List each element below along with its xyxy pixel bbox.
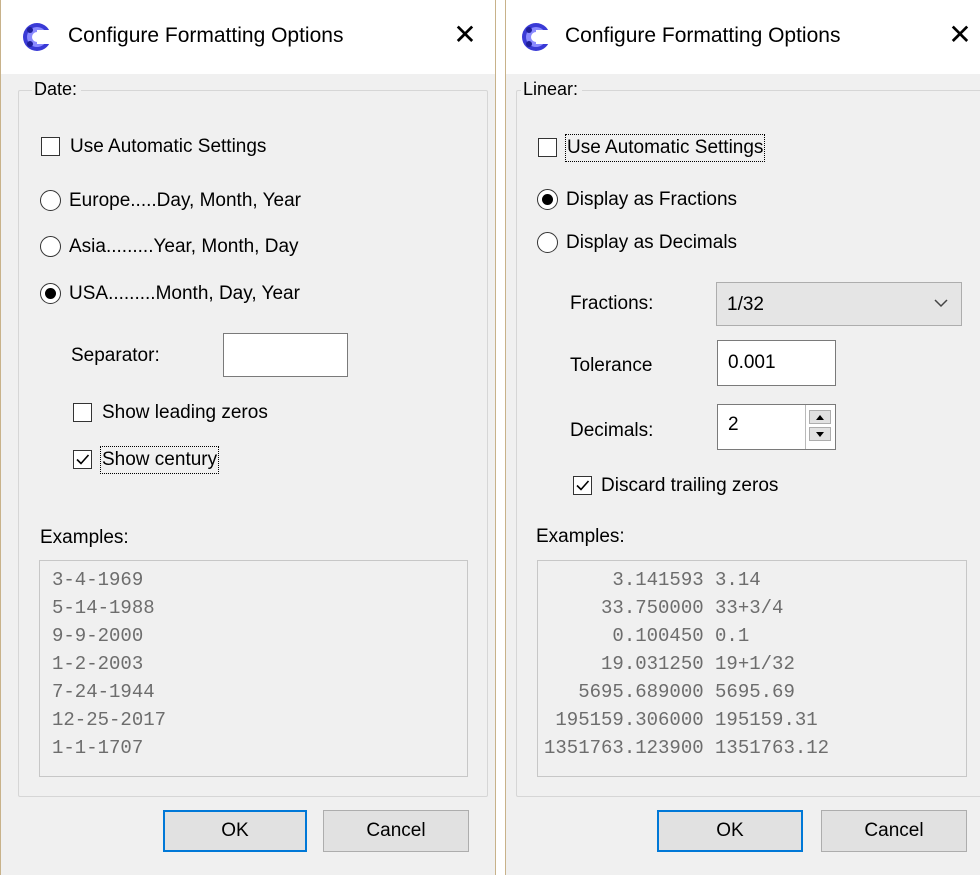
radio-display-fractions-label[interactable]: Display as Fractions	[566, 188, 737, 212]
app-logo-icon	[23, 23, 52, 51]
linear-format-dialog: Configure Formatting Options ✕ Linear: U…	[505, 0, 980, 875]
title-bar: Configure Formatting Options ✕	[506, 0, 980, 74]
show-century-label[interactable]: Show century	[99, 446, 220, 474]
dialog-title: Configure Formatting Options	[565, 24, 841, 47]
tolerance-input[interactable]	[717, 340, 836, 386]
examples-label: Examples:	[40, 527, 129, 548]
example-line: 7-24-1944	[52, 681, 155, 703]
example-line: 9-9-2000	[52, 625, 144, 647]
discard-trailing-zeros-checkbox[interactable]	[573, 476, 592, 495]
radio-usa[interactable]	[40, 283, 61, 304]
tolerance-label: Tolerance	[570, 355, 653, 376]
example-line: 5695.689000 5695.69	[544, 681, 795, 703]
checkmark-icon	[576, 480, 590, 491]
example-line: 195159.306000 195159.31	[544, 709, 818, 731]
group-label-date: Date:	[32, 78, 82, 100]
fractions-selected-value: 1/32	[727, 294, 764, 315]
example-line: 3-4-1969	[52, 569, 144, 591]
ok-button[interactable]: OK	[657, 810, 803, 852]
example-line: 19.031250 19+1/32	[544, 653, 795, 675]
radio-display-fractions[interactable]	[537, 189, 558, 210]
example-line: 3.141593 3.14	[544, 569, 761, 591]
example-line: 1-2-2003	[52, 653, 144, 675]
close-icon[interactable]: ✕	[448, 18, 482, 52]
radio-europe-label[interactable]: Europe.....Day, Month, Year	[69, 189, 301, 213]
separator-label: Separator:	[71, 345, 160, 366]
radio-selected-dot	[45, 288, 56, 299]
arrow-up-icon	[816, 415, 824, 420]
decimals-value: 2	[728, 414, 739, 435]
decimals-label: Decimals:	[570, 420, 654, 441]
use-automatic-checkbox[interactable]	[41, 137, 60, 156]
decimals-spinner[interactable]: 2	[717, 404, 836, 450]
radio-usa-label[interactable]: USA.........Month, Day, Year	[69, 282, 300, 306]
example-line: 33.750000 33+3/4	[544, 597, 784, 619]
use-automatic-label[interactable]: Use Automatic Settings	[70, 135, 266, 159]
date-format-dialog: Configure Formatting Options ✕ Date: Use…	[0, 0, 496, 875]
example-line: 1-1-1707	[52, 737, 144, 759]
radio-display-decimals[interactable]	[537, 232, 558, 253]
spinner-up-button[interactable]	[809, 410, 831, 424]
group-label-linear: Linear:	[521, 78, 583, 100]
spinner-buttons	[805, 405, 835, 449]
dialog-title: Configure Formatting Options	[68, 24, 344, 47]
close-icon[interactable]: ✕	[943, 18, 977, 52]
examples-box: 3-4-1969 5-14-1988 9-9-2000 1-2-2003 7-2…	[39, 560, 468, 777]
show-leading-zeros-checkbox[interactable]	[73, 403, 92, 422]
cancel-button[interactable]: Cancel	[821, 810, 967, 852]
radio-europe[interactable]	[40, 190, 61, 211]
checkmark-icon	[76, 454, 90, 465]
radio-asia-label[interactable]: Asia.........Year, Month, Day	[69, 235, 299, 259]
discard-trailing-zeros-label[interactable]: Discard trailing zeros	[601, 474, 778, 498]
spinner-down-button[interactable]	[809, 427, 831, 441]
separator-input[interactable]	[223, 333, 348, 377]
radio-display-decimals-label[interactable]: Display as Decimals	[566, 231, 737, 255]
example-line: 5-14-1988	[52, 597, 155, 619]
title-bar: Configure Formatting Options ✕	[1, 0, 495, 74]
use-automatic-checkbox[interactable]	[538, 138, 557, 157]
arrow-down-icon	[816, 432, 824, 437]
ok-button[interactable]: OK	[163, 810, 307, 852]
show-century-checkbox[interactable]	[73, 450, 92, 469]
example-line: 1351763.123900 1351763.12	[544, 737, 830, 759]
cancel-button[interactable]: Cancel	[323, 810, 469, 852]
examples-box: 3.141593 3.14 33.750000 33+3/4 0.100450 …	[537, 560, 967, 777]
example-line: 0.100450 0.1	[544, 625, 750, 647]
fractions-dropdown[interactable]: 1/32	[716, 282, 962, 326]
examples-label: Examples:	[536, 526, 625, 547]
chevron-down-icon	[934, 299, 948, 308]
radio-asia[interactable]	[40, 236, 61, 257]
example-line: 12-25-2017	[52, 709, 167, 731]
radio-selected-dot	[542, 194, 553, 205]
use-automatic-label[interactable]: Use Automatic Settings	[564, 134, 766, 162]
app-logo-icon	[522, 23, 551, 51]
fractions-label: Fractions:	[570, 293, 654, 314]
show-leading-zeros-label[interactable]: Show leading zeros	[102, 401, 268, 425]
